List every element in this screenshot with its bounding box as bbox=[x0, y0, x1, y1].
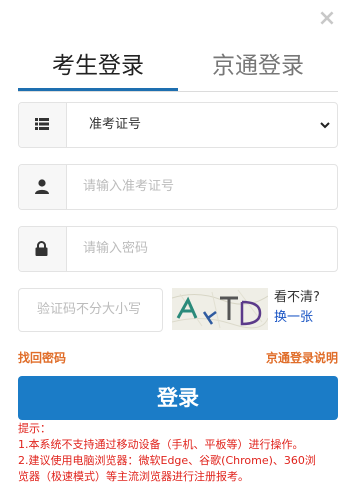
tab-jingtong-login[interactable]: 京通登录 bbox=[178, 46, 338, 92]
exam-number-addon bbox=[19, 165, 67, 209]
login-button[interactable]: 登录 bbox=[18, 376, 338, 420]
id-type-select[interactable]: 准考证号 bbox=[18, 102, 338, 148]
tab-divider bbox=[18, 91, 338, 92]
captcha-image-glyphs bbox=[172, 288, 268, 330]
exam-number-field[interactable]: 请输入准考证号 bbox=[18, 164, 338, 210]
tip-line: 览器（极速模式）等主流浏览器进行注册报考。 bbox=[18, 470, 249, 483]
forgot-password-link[interactable]: 找回密码 bbox=[18, 349, 66, 366]
password-addon bbox=[19, 227, 67, 271]
chevron-down-icon bbox=[320, 122, 330, 129]
helper-links: 找回密码 京通登录说明 bbox=[18, 349, 338, 367]
tab-exam-login[interactable]: 考生登录 bbox=[18, 46, 178, 92]
tip-line: 2.建议使用电脑浏览器：微软Edge、谷歌(Chrome)、360浏 bbox=[18, 454, 316, 467]
captcha-actions: 看不清? 换一张 bbox=[274, 288, 344, 328]
tip-line: 1.本系统不支持通过移动设备（手机、平板等）进行操作。 bbox=[18, 438, 304, 451]
login-tabs: 考生登录 京通登录 bbox=[18, 46, 338, 92]
captcha-refresh-link[interactable]: 换一张 bbox=[274, 308, 344, 328]
tips-block: 提示： 1.本系统不支持通过移动设备（手机、平板等）进行操作。 2.建议使用电脑… bbox=[18, 421, 348, 485]
password-placeholder: 请输入密码 bbox=[83, 241, 149, 256]
captcha-input[interactable]: 验证码不分大小写 bbox=[18, 288, 163, 332]
close-icon[interactable]: × bbox=[316, 8, 338, 30]
captcha-unclear-text: 看不清? bbox=[274, 290, 320, 305]
exam-number-placeholder: 请输入准考证号 bbox=[83, 179, 175, 194]
lock-icon bbox=[35, 241, 48, 256]
captcha-placeholder: 验证码不分大小写 bbox=[37, 302, 142, 317]
captcha-image[interactable] bbox=[172, 288, 268, 330]
password-field[interactable]: 请输入密码 bbox=[18, 226, 338, 272]
id-type-addon bbox=[19, 103, 67, 147]
user-icon bbox=[35, 179, 49, 194]
list-icon bbox=[35, 118, 49, 130]
jingtong-help-link[interactable]: 京通登录说明 bbox=[266, 349, 338, 366]
tips-heading: 提示： bbox=[18, 422, 51, 435]
id-type-selected: 准考证号 bbox=[89, 117, 142, 132]
